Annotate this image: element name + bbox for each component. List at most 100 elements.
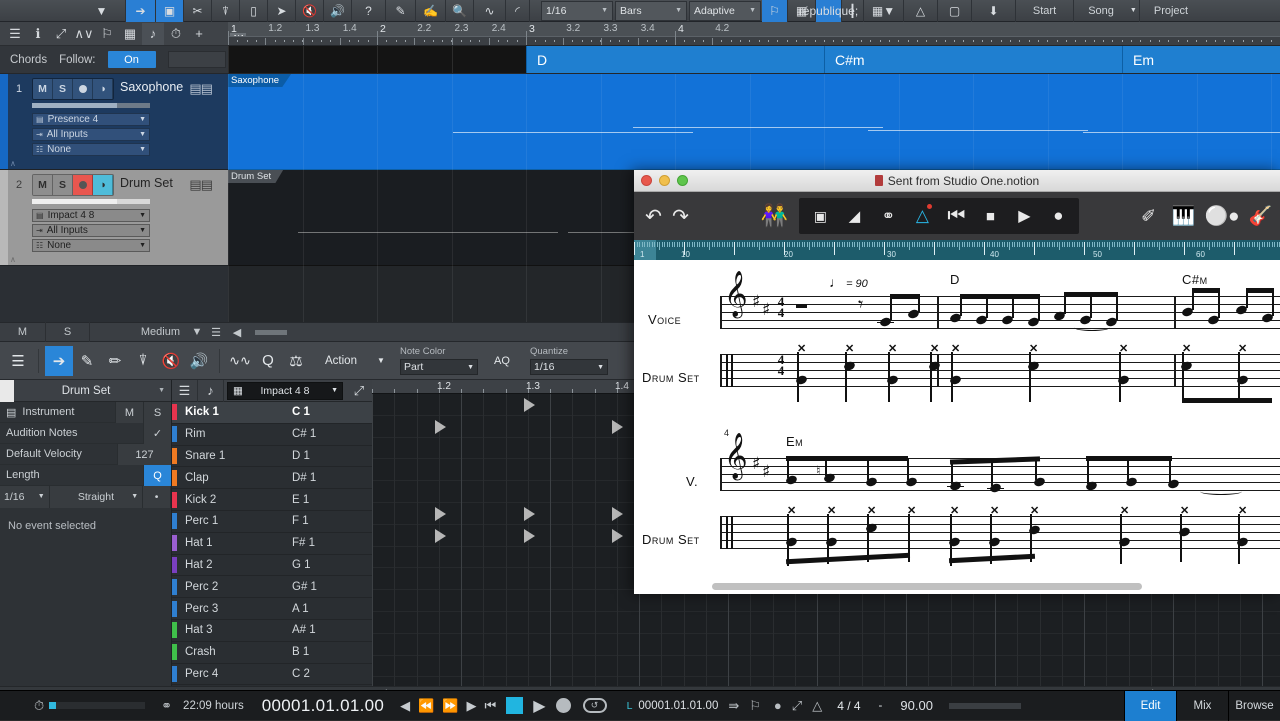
length-quantize-button[interactable]: Q (143, 465, 171, 486)
track-volume-slider[interactable] (32, 103, 150, 108)
arrow-down-button[interactable]: ⬇ (972, 0, 1016, 22)
chevron-down-icon[interactable]: ▼ (188, 322, 206, 342)
song-page-button[interactable]: Song ▼ (1074, 0, 1140, 22)
play-button[interactable]: ▶ (533, 696, 545, 716)
marker-icon[interactable]: ⚐ (96, 23, 118, 45)
instrument-select[interactable]: ▤ Presence 4 ▼ (32, 113, 150, 126)
monitor-button[interactable]: ◑ (93, 79, 113, 99)
inspector-solo-button[interactable]: S (143, 402, 171, 423)
follow-toggle-button[interactable]: On (107, 51, 156, 68)
mixer-button[interactable]: ▦▼ (864, 0, 904, 22)
input-select[interactable]: ⇥ All Inputs ▼ (32, 128, 150, 141)
drum-note[interactable] (612, 507, 623, 521)
master-fader[interactable] (948, 702, 1021, 709)
timebase-select[interactable]: Bars ▼ (615, 0, 687, 21)
chevron-down-icon[interactable]: ▼ (158, 387, 171, 394)
inspector-velocity-row[interactable]: Default Velocity 127 (0, 444, 171, 465)
pen-icon[interactable]: ✐ (1135, 199, 1162, 233)
track-name[interactable]: Drum Set (120, 176, 173, 190)
bend-tool-button[interactable]: ➤ (268, 0, 296, 22)
quantize-select[interactable]: 1/16 ▼ (530, 359, 608, 375)
inspector-instrument-row[interactable]: ▤ Instrument M S (0, 402, 171, 423)
drum-note[interactable] (524, 398, 535, 412)
chord-chip[interactable]: Em (1122, 46, 1280, 73)
track-header-drum-set[interactable]: 2 M S ◑ Drum Set ▤▤ ▤ Impact 4 8 ▼ ⇥ All In… (0, 170, 228, 266)
solo-button[interactable]: S (53, 175, 73, 195)
action-menu-button[interactable]: Action (310, 346, 372, 376)
listen-tool-button[interactable]: 🔊 (324, 0, 352, 22)
transport-position[interactable]: 00001.01.01.00 (262, 696, 384, 716)
list-icon[interactable]: ☰ (206, 322, 226, 342)
erase-tool-button[interactable]: ⍒ (129, 346, 157, 376)
monitor-button[interactable]: ◑ (93, 175, 113, 195)
transport-time-signature[interactable]: 4 / 4 (837, 699, 860, 713)
autoscroll-button[interactable]: république; (799, 0, 858, 22)
mute-button[interactable]: M (33, 79, 53, 99)
drum-grid-row[interactable] (372, 656, 1280, 678)
project-page-button[interactable]: Project (1140, 0, 1202, 22)
tool-a-button[interactable]: ✎ (386, 0, 416, 22)
note-color-select[interactable]: Part ▼ (400, 359, 478, 375)
performance-button[interactable]: ▢ (938, 0, 972, 22)
menu-icon[interactable]: ☰ (4, 23, 26, 45)
chevron-down-icon[interactable]: ▼ (372, 346, 390, 376)
notion-score-area[interactable]: Voice Drum Set 𝄞 ♯ ♯ 44 ♩ = 90 44 𝄾 D C#… (634, 260, 1280, 594)
zoom-tool-button[interactable]: 🔍 (446, 0, 474, 22)
arrow-tool-button[interactable]: ➔ (126, 0, 156, 22)
drum-instrument-select[interactable]: ▦ Impact 4 8 ▼ (227, 381, 343, 400)
drum-row[interactable]: Rim C# 1 (172, 424, 372, 446)
pencil-tool-button[interactable]: ✎ (73, 346, 101, 376)
tempo-icon[interactable]: ⏱ (165, 23, 187, 45)
piano-icon[interactable]: 🎹 (1170, 199, 1197, 233)
grid-mode-select[interactable]: Adaptive ▼ (689, 0, 761, 21)
tab-edit[interactable]: Edit (1124, 690, 1176, 721)
record-mode-icon[interactable]: ● (774, 698, 782, 713)
mute-tool-button[interactable]: 🔇 (157, 346, 185, 376)
next-marker-button[interactable]: ▶ (467, 698, 477, 714)
marker-toggle-button[interactable]: ⚐ (762, 0, 788, 22)
velocity-value[interactable]: 127 (117, 444, 171, 465)
velocity-tool-button[interactable]: ∿∿ (226, 346, 254, 376)
guitar-icon[interactable]: 🎸 (1247, 199, 1274, 233)
arrow-tool-button[interactable]: ➔ (45, 345, 73, 376)
performance-meter-icon[interactable]: ⏱ (34, 698, 44, 714)
start-page-button[interactable]: Start (1016, 0, 1074, 22)
chevron-down-icon[interactable]: ▼ (96, 5, 108, 17)
listen-curve-button[interactable]: ∿ (474, 0, 506, 22)
tool-wrench-icon[interactable]: ⤢ (50, 23, 72, 45)
undo-icon[interactable]: ↶ (640, 199, 667, 233)
drum-row[interactable]: Snare 1 D 1 (172, 446, 372, 468)
erase-tool-button[interactable]: ⍒ (212, 0, 240, 22)
wrench-icon[interactable]: ⤢ (346, 380, 372, 402)
notion-window[interactable]: Sent from Studio One.notion ↶ ↷ 👫 ▣ ◢ ⚭ … (634, 170, 1280, 594)
return-to-zero-button[interactable]: ⏮ (485, 698, 497, 714)
drum-note[interactable] (612, 419, 623, 434)
grid-icon[interactable]: ▦ (119, 23, 141, 45)
track-resize-handle[interactable]: ∧ (10, 159, 16, 168)
chord-chip[interactable]: D (526, 46, 824, 73)
extra-tool-button[interactable]: ┃ (842, 0, 864, 22)
tool-b-button[interactable]: ✍ (416, 0, 446, 22)
notion-ruler[interactable]: 1102030405060708090100110120 (634, 240, 1280, 260)
drum-note[interactable] (524, 507, 535, 521)
record-icon[interactable]: ● (1041, 199, 1075, 233)
metronome-icon[interactable]: △ (812, 698, 822, 714)
disk-icon[interactable]: ⚭ (161, 698, 172, 714)
loop-range-icon[interactable]: ⇛ (728, 698, 739, 714)
dynamics-icon[interactable]: ▣ (803, 199, 837, 233)
drum-row[interactable]: Hat 2 G 1 (172, 555, 372, 577)
track-header-saxophone[interactable]: 1 M S ◑ Saxophone ▤▤ ▤ Presence 4 ▼ ⇥ All I… (0, 74, 228, 170)
drum-note[interactable] (524, 528, 535, 543)
drum-note[interactable] (612, 528, 623, 543)
record-arm-button[interactable] (73, 79, 93, 99)
notion-titlebar[interactable]: Sent from Studio One.notion (634, 170, 1280, 192)
inspector-length-row[interactable]: Length Q (0, 465, 171, 486)
left-arrow-icon[interactable]: ◀ (226, 322, 248, 342)
quantize-button[interactable]: Q (254, 346, 282, 376)
automation-icon[interactable]: ∧∨ (73, 23, 95, 45)
drums-icon[interactable]: ⚪● (1204, 199, 1239, 233)
inspector-mute-button[interactable]: M (115, 402, 143, 423)
listen-tool-button[interactable]: 🔊 (185, 346, 213, 376)
paint-tool-button[interactable]: ✏ (101, 346, 129, 376)
help-button[interactable]: ? (352, 0, 386, 22)
